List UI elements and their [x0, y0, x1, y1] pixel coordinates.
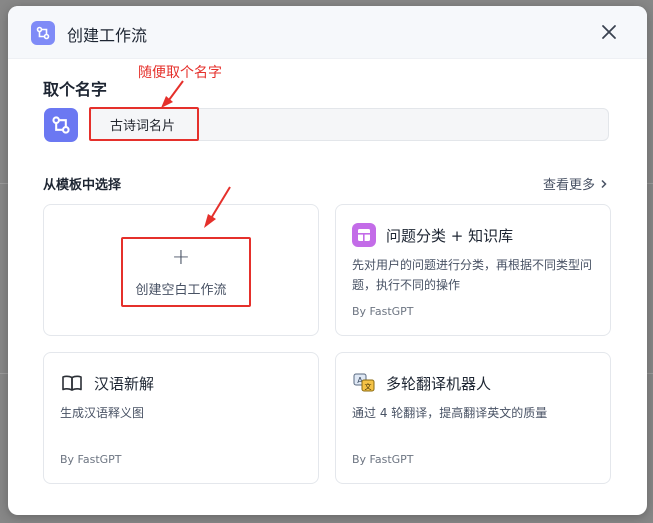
template-title-row: 汉语新解 [60, 371, 154, 395]
template-title-row: 问题分类 + 知识库 [352, 223, 513, 247]
workflow-icon [31, 21, 55, 45]
template-author: By FastGPT [352, 453, 414, 466]
annotation-arrow [204, 186, 231, 228]
close-icon [602, 25, 616, 39]
workflow-icon [52, 116, 70, 134]
annotation-box-name-input [89, 107, 199, 141]
template-title: 问题分类 + 知识库 [386, 226, 514, 245]
template-title-row: A 文 多轮翻译机器人 [352, 371, 491, 395]
book-icon [60, 371, 84, 395]
template-author: By FastGPT [352, 305, 414, 318]
chevron-right-icon [601, 179, 607, 188]
see-more-label: 查看更多 [542, 178, 595, 193]
template-description: 先对用户的问题进行分类，再根据不同类型问题，执行不同的操作 [352, 258, 593, 292]
create-workflow-dialog: 创建工作流 取个名字 从模板中选择 查看更多 + 创建空白工作流 [8, 6, 647, 515]
template-card-chinese-explainer[interactable]: 汉语新解 生成汉语释义图 By FastGPT [43, 352, 319, 484]
annotation-box-blank-card [121, 237, 251, 307]
template-card-translation-bot[interactable]: A 文 多轮翻译机器人 通过 4 轮翻译，提高翻译英文的质量 By FastGP… [335, 352, 611, 484]
template-card-question-classification[interactable]: 问题分类 + 知识库 先对用户的问题进行分类，再根据不同类型问题，执行不同的操作… [335, 204, 611, 336]
annotation-arrow [161, 80, 184, 108]
template-title: 汉语新解 [94, 374, 155, 393]
template-section-label: 从模板中选择 [43, 178, 122, 193]
template-description: 生成汉语释义图 [60, 406, 145, 420]
translate-icon: A 文 [352, 371, 376, 395]
close-button[interactable] [599, 22, 619, 42]
dialog-header: 创建工作流 [8, 6, 647, 59]
see-more-link[interactable]: 查看更多 [543, 174, 609, 193]
svg-text:文: 文 [365, 382, 372, 391]
dialog-title: 创建工作流 [67, 26, 148, 45]
template-author: By FastGPT [60, 453, 122, 466]
workflow-avatar-button[interactable] [44, 108, 78, 142]
template-title: 多轮翻译机器人 [386, 374, 492, 393]
name-section-label: 取个名字 [43, 80, 108, 99]
classification-icon [352, 223, 376, 247]
template-description: 通过 4 轮翻译，提高翻译英文的质量 [352, 406, 548, 420]
